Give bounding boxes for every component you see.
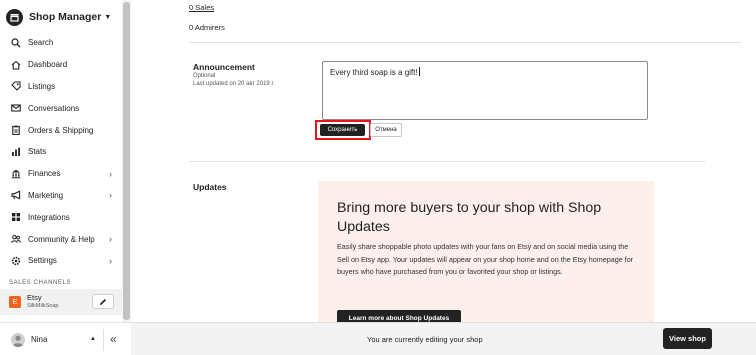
- search-icon: [10, 37, 21, 48]
- nav-label: Dashboard: [28, 60, 68, 70]
- listings-icon: [10, 81, 21, 92]
- promo-body: Easily share shoppable photo updates wit…: [337, 242, 634, 276]
- sidebar-footer: Nina ▲ «: [0, 322, 131, 355]
- user-name[interactable]: Nina: [31, 335, 47, 344]
- nav-label: Community & Help: [28, 234, 95, 244]
- nav-label: Marketing: [28, 190, 64, 200]
- nav-label: Listings: [28, 81, 56, 91]
- nav-finances[interactable]: Finances ›: [0, 163, 122, 185]
- sales-link[interactable]: 0 Sales: [189, 3, 214, 12]
- channel-shop-name: SilkMilkSoap: [27, 303, 59, 309]
- announcement-optional-label: Optional: [193, 73, 216, 79]
- clipboard-icon: [10, 125, 21, 136]
- chevron-right-icon: ›: [109, 168, 112, 179]
- nav-marketing[interactable]: Marketing ›: [0, 185, 122, 207]
- text-cursor: [418, 67, 420, 76]
- admirers-count: 0 Admirers: [189, 23, 225, 32]
- caret-up-icon[interactable]: ▲: [90, 336, 96, 342]
- gear-icon: [10, 255, 21, 266]
- announcement-text: Every third soap is a gift!: [330, 68, 418, 77]
- updates-title: Updates: [193, 182, 227, 192]
- view-shop-button[interactable]: View shop: [663, 328, 712, 349]
- announcement-last-updated: Last updated on 20 авг 2019 г: [193, 81, 274, 87]
- avatar[interactable]: [11, 333, 25, 347]
- promo-heading: Bring more buyers to your shop with Shop…: [337, 200, 602, 235]
- edit-channel-button[interactable]: [92, 294, 114, 309]
- shop-manager-menu[interactable]: Shop Manager ▼: [6, 8, 111, 26]
- shop-icon: [6, 8, 23, 26]
- nav-search[interactable]: Search: [0, 32, 122, 54]
- nav-community-help[interactable]: Community & Help ›: [0, 228, 122, 250]
- mail-icon: [10, 103, 21, 114]
- nav-label: Integrations: [28, 212, 70, 222]
- home-icon: [10, 59, 21, 70]
- editing-notice: You are currently editing your shop: [367, 335, 483, 344]
- bank-icon: [10, 168, 21, 179]
- etsy-badge-icon: E: [9, 296, 21, 308]
- sidebar-nav: Search Dashboard Listings Conversations …: [0, 32, 122, 272]
- nav-label: Search: [28, 38, 54, 48]
- sidebar: Shop Manager ▼ Search Dashboard Listings…: [0, 0, 131, 355]
- grid-icon: [10, 212, 21, 223]
- cancel-button[interactable]: Отмена: [370, 123, 402, 137]
- nav-label: Conversations: [28, 103, 80, 113]
- save-button[interactable]: Сохранить: [320, 124, 365, 136]
- nav-conversations[interactable]: Conversations: [0, 97, 122, 119]
- shop-manager-title: Shop Manager: [29, 11, 102, 23]
- channel-name: Etsy: [27, 293, 42, 302]
- main-content: 0 Sales 0 Admirers Announcement Optional…: [131, 0, 756, 355]
- chevron-right-icon: ›: [109, 190, 112, 201]
- sales-channels-label: SALES CHANNELS: [9, 280, 72, 286]
- nav-label: Finances: [28, 169, 61, 179]
- people-icon: [10, 234, 21, 245]
- chevron-right-icon: ›: [109, 255, 112, 266]
- nav-settings[interactable]: Settings ›: [0, 250, 122, 272]
- nav-integrations[interactable]: Integrations: [0, 206, 122, 228]
- nav-orders-shipping[interactable]: Orders & Shipping: [0, 119, 122, 141]
- editing-bar: You are currently editing your shop View…: [131, 322, 756, 355]
- announcement-title: Announcement: [193, 62, 255, 72]
- scrollbar-thumb[interactable]: [123, 2, 130, 320]
- divider: [103, 329, 104, 351]
- chevron-down-icon: ▼: [104, 13, 112, 21]
- announcement-textarea[interactable]: Every third soap is a gift!: [322, 61, 648, 120]
- nav-label: Orders & Shipping: [28, 125, 94, 135]
- divider: [189, 42, 741, 43]
- nav-listings[interactable]: Listings: [0, 76, 122, 98]
- pencil-icon: [100, 298, 106, 305]
- divider: [189, 161, 705, 162]
- chevron-right-icon: ›: [109, 234, 112, 245]
- nav-label: Stats: [28, 147, 47, 157]
- nav-stats[interactable]: Stats: [0, 141, 122, 163]
- collapse-sidebar-icon[interactable]: «: [110, 332, 117, 346]
- nav-label: Settings: [28, 256, 57, 266]
- bar-chart-icon: [10, 146, 21, 157]
- nav-dashboard[interactable]: Dashboard: [0, 54, 122, 76]
- sidebar-scrollbar[interactable]: [122, 0, 131, 322]
- megaphone-icon: [10, 190, 21, 201]
- sales-channel-etsy[interactable]: E Etsy SilkMilkSoap: [0, 289, 122, 315]
